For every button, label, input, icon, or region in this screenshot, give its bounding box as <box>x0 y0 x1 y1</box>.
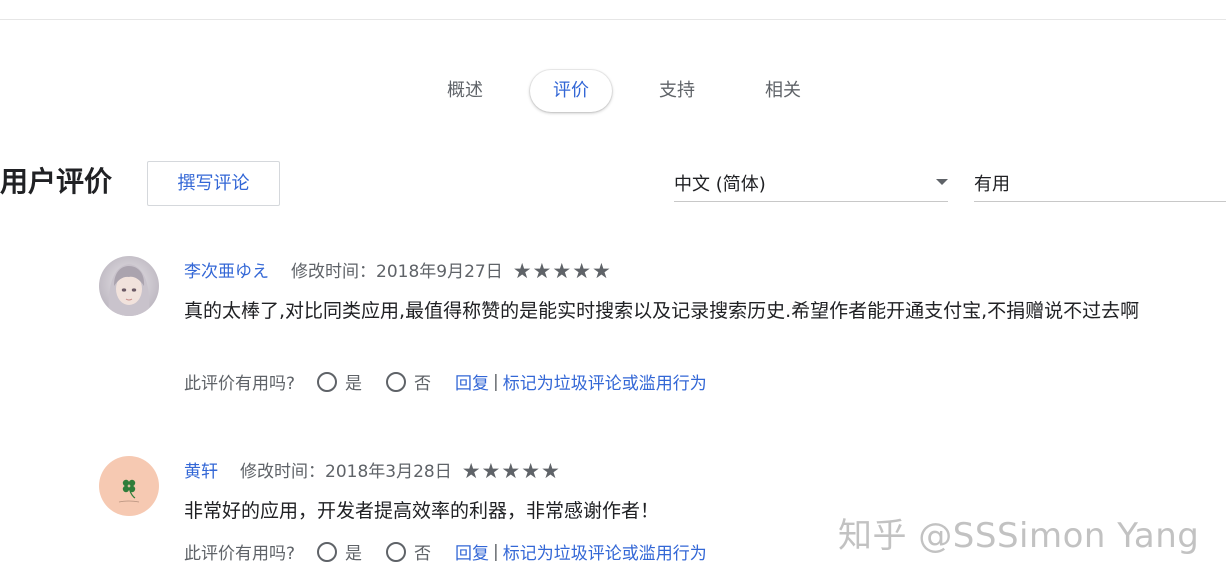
review-item: 李次亜ゆえ 修改时间：2018年9月27日 ★★★★★ 真的太棒了,对比同类应用,最… <box>0 254 1226 404</box>
helpful-prompt: 此评价有用吗? <box>184 374 296 394</box>
review-date: 修改时间：2018年9月27日 <box>291 262 503 282</box>
sort-select-value: 有用 <box>974 174 1010 195</box>
watermark: 知乎 @SSSimon Yang <box>838 516 1200 556</box>
detail-tabs: 概述 评价 支持 相关 <box>0 70 1226 112</box>
language-select[interactable]: 中文 (简体) <box>674 162 948 202</box>
tab-overview[interactable]: 概述 <box>440 70 490 112</box>
caret-down-icon <box>936 179 948 185</box>
helpful-row: 此评价有用吗? 是 否回复 | 标记为垃圾评论或滥用行为 <box>184 539 707 564</box>
helpful-no-radio[interactable] <box>386 371 407 392</box>
helpful-no-label[interactable]: 否 <box>414 369 431 394</box>
helpful-row: 此评价有用吗? 是 否回复 | 标记为垃圾评论或滥用行为 <box>184 369 707 394</box>
tab-support[interactable]: 支持 <box>652 70 702 112</box>
sort-select[interactable]: 有用 <box>974 162 1226 202</box>
review-text: 真的太棒了,对比同类应用,最值得称赞的是能实时搜索以及记录搜索历史.希望作者能开… <box>184 300 1140 322</box>
section-title: 用户评价 <box>0 165 113 198</box>
review-author[interactable]: 黄轩 <box>184 462 218 482</box>
helpful-yes-radio[interactable] <box>317 371 338 392</box>
helpful-prompt: 此评价有用吗? <box>184 544 296 564</box>
tab-reviews[interactable]: 评价 <box>530 70 612 112</box>
helpful-yes-label[interactable]: 是 <box>345 539 362 564</box>
helpful-no-radio[interactable] <box>386 541 407 562</box>
reply-link[interactable]: 回复 <box>455 369 489 394</box>
avatar <box>99 256 159 316</box>
review-meta: 李次亜ゆえ 修改时间：2018年9月27日 ★★★★★ <box>184 257 612 283</box>
helpful-yes-radio[interactable] <box>317 541 338 562</box>
report-spam-link[interactable]: 标记为垃圾评论或滥用行为 <box>503 369 707 394</box>
star-rating: ★★★★★ <box>512 259 612 283</box>
language-select-value: 中文 (简体) <box>674 174 766 195</box>
top-divider <box>0 19 1226 20</box>
star-rating: ★★★★★ <box>461 459 561 483</box>
tab-related[interactable]: 相关 <box>758 70 808 112</box>
helpful-yes-label[interactable]: 是 <box>345 369 362 394</box>
review-meta: 黄轩 修改时间：2018年3月28日 ★★★★★ <box>184 457 561 483</box>
avatar <box>99 456 159 516</box>
write-review-button[interactable]: 撰写评论 <box>147 161 280 206</box>
helpful-no-label[interactable]: 否 <box>414 539 431 564</box>
link-separator: | <box>493 371 499 392</box>
report-spam-link[interactable]: 标记为垃圾评论或滥用行为 <box>503 539 707 564</box>
reply-link[interactable]: 回复 <box>455 539 489 564</box>
review-author[interactable]: 李次亜ゆえ <box>184 262 269 282</box>
link-separator: | <box>493 541 499 562</box>
review-date: 修改时间：2018年3月28日 <box>240 462 452 482</box>
